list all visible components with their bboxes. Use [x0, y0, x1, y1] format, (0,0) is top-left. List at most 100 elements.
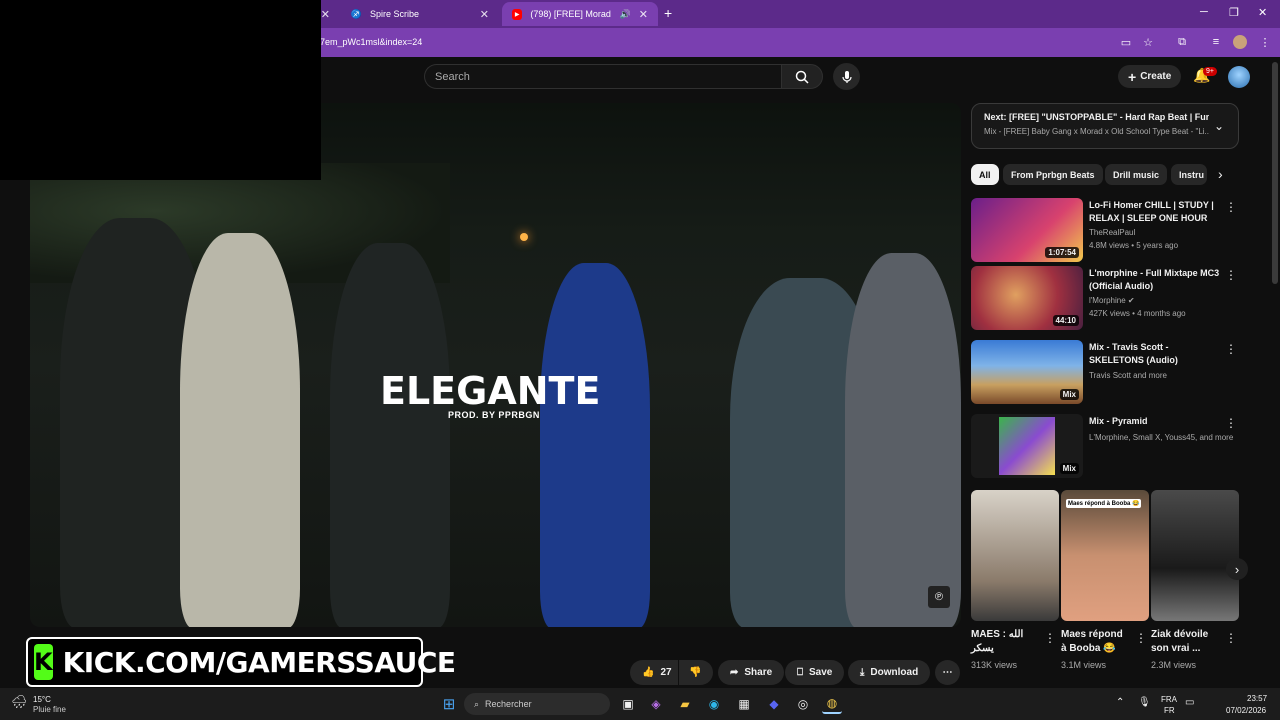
- download-button[interactable]: ⤓ Download: [848, 660, 931, 685]
- tab-label: Spire Scribe: [370, 9, 420, 19]
- thumbs-up-icon: 👍: [642, 667, 655, 678]
- clock-time[interactable]: 23:57: [1247, 694, 1267, 703]
- list-item[interactable]: 44:10 L'morphine - Full Mixtape MC3 (Off…: [971, 266, 1241, 330]
- maximize-button[interactable]: ❐: [1229, 6, 1239, 19]
- search-input[interactable]: Search: [424, 64, 781, 89]
- language-code[interactable]: FRA: [1161, 695, 1177, 704]
- chevron-down-icon[interactable]: ⌄: [1214, 119, 1224, 133]
- dislike-button[interactable]: 👎: [679, 660, 713, 685]
- more-actions-button[interactable]: ⋯: [935, 660, 960, 685]
- chrome-menu-icon[interactable]: ⋮: [1258, 35, 1272, 49]
- chip-from-pprbgn[interactable]: From Pprbgn Beats: [1003, 164, 1103, 185]
- youtube-favicon-icon: ▶: [512, 8, 523, 20]
- short-thumbnail[interactable]: Maes répond à Booba 😂: [1061, 490, 1149, 621]
- create-label: Create: [1140, 71, 1172, 82]
- video-thumbnail[interactable]: 1:07:54: [971, 198, 1083, 262]
- media-icon[interactable]: ≡: [1209, 35, 1223, 49]
- search-button[interactable]: [781, 64, 823, 89]
- obs-icon[interactable]: ◎: [793, 694, 813, 714]
- microphone-icon[interactable]: 🎙: [1138, 697, 1151, 708]
- kick-logo-icon: K: [34, 644, 53, 680]
- chip-instru[interactable]: Instru: [1171, 164, 1207, 185]
- close-window-button[interactable]: ✕: [1258, 6, 1267, 19]
- video-thumbnail[interactable]: Mix: [971, 414, 1083, 478]
- voice-search-button[interactable]: [833, 63, 860, 90]
- file-explorer-icon[interactable]: ▰: [675, 694, 695, 714]
- taskbar-search-input[interactable]: ⌕ Rechercher: [464, 693, 610, 715]
- channel-name[interactable]: Travis Scott and more: [1089, 371, 1167, 380]
- up-next-panel[interactable]: Next: [FREE] "UNSTOPPABLE" - Hard Rap Be…: [971, 103, 1239, 149]
- chip-drill-music[interactable]: Drill music: [1105, 164, 1168, 185]
- extensions-icon[interactable]: ⧉: [1175, 35, 1189, 49]
- video-player[interactable]: ELEGANTE PROD. BY PPRBGN ℗: [30, 103, 961, 627]
- scrollbar[interactable]: [1272, 62, 1278, 284]
- close-tab-icon[interactable]: ✕: [321, 8, 330, 21]
- copilot-icon[interactable]: ◈: [646, 694, 666, 714]
- video-title: Mix - Travis Scott - SKELETONS (Audio): [1089, 342, 1178, 365]
- duration-badge: 44:10: [1052, 315, 1079, 326]
- chip-all[interactable]: All: [971, 164, 999, 185]
- short-title[interactable]: Ziak dévoile son vrai ...: [1151, 628, 1216, 656]
- tab-youtube[interactable]: ▶ (798) [FREE] Morad x Beny 🔊 ✕: [502, 2, 658, 26]
- short-thumbnail[interactable]: [971, 490, 1059, 621]
- more-options-icon[interactable]: ⋮: [1225, 416, 1237, 430]
- show-hidden-icons-chevron-icon[interactable]: ⌃: [1116, 697, 1124, 708]
- windows-start-icon[interactable]: ⊞: [439, 694, 459, 714]
- shorts-next-chevron-icon[interactable]: ›: [1226, 558, 1248, 580]
- discord-icon[interactable]: ◆: [764, 694, 784, 714]
- video-title: Lo-Fi Homer CHILL | STUDY | RELAX | SLEE…: [1089, 200, 1214, 223]
- like-button[interactable]: 👍 27: [630, 660, 678, 685]
- plus-icon: +: [1128, 68, 1137, 85]
- minimize-button[interactable]: ─: [1200, 6, 1208, 18]
- avatar[interactable]: [1228, 66, 1250, 88]
- channel-label: l'Morphine: [1089, 296, 1126, 305]
- cast-icon[interactable]: ▭: [1119, 35, 1133, 49]
- list-item[interactable]: Mix Mix - Travis Scott - SKELETONS (Audi…: [971, 340, 1241, 404]
- microphone-icon: [841, 70, 852, 83]
- tab-spire-scribe[interactable]: ♐ Spire Scribe ✕: [341, 2, 499, 26]
- short-views: 313K views: [971, 660, 1018, 670]
- more-options-icon[interactable]: ⋮: [1225, 631, 1237, 645]
- save-button[interactable]: ⎕ Save: [785, 660, 845, 685]
- new-tab-button[interactable]: +: [664, 5, 672, 21]
- task-view-icon[interactable]: ▣: [618, 694, 638, 714]
- list-item[interactable]: 1:07:54 Lo-Fi Homer CHILL | STUDY | RELA…: [971, 198, 1241, 262]
- profile-icon[interactable]: [1233, 35, 1247, 49]
- url-text[interactable]: 7em_pWc1msl&index=24: [320, 37, 422, 47]
- video-title: L'morphine - Full Mixtape MC3 (Official …: [1089, 268, 1220, 291]
- video-thumbnail[interactable]: 44:10: [971, 266, 1083, 330]
- more-options-icon[interactable]: ⋮: [1225, 342, 1237, 356]
- close-tab-icon[interactable]: ✕: [480, 8, 489, 21]
- video-thumbnail[interactable]: Mix: [971, 340, 1083, 404]
- channel-watermark-icon[interactable]: ℗: [928, 586, 950, 608]
- tab-label: (798) [FREE] Morad x Beny: [530, 9, 611, 19]
- store-icon[interactable]: ▦: [734, 694, 754, 714]
- channel-name[interactable]: TheRealPaul: [1089, 228, 1135, 237]
- video-figure: [330, 243, 450, 627]
- short-title[interactable]: MAES : الله يسكر: [971, 628, 1031, 656]
- more-options-icon[interactable]: ⋮: [1135, 631, 1147, 645]
- network-icon[interactable]: ▭: [1185, 697, 1194, 708]
- create-button[interactable]: + Create: [1118, 65, 1182, 88]
- speaker-icon[interactable]: 🔊: [620, 9, 631, 20]
- more-options-icon[interactable]: ⋮: [1225, 200, 1237, 214]
- share-button[interactable]: ➦ Share: [718, 660, 785, 685]
- more-options-icon[interactable]: ⋮: [1225, 268, 1237, 282]
- stream-overlay-black-box: [0, 0, 321, 180]
- clock-date[interactable]: 07/02/2026: [1226, 706, 1266, 715]
- channel-name[interactable]: L'Morphine, Small X, Youss45, and more: [1089, 433, 1233, 442]
- short-thumbnail[interactable]: [1151, 490, 1239, 621]
- bookmark-star-icon[interactable]: ☆: [1141, 35, 1155, 49]
- edge-icon[interactable]: ◉: [704, 694, 724, 714]
- chevron-right-icon[interactable]: ›: [1218, 166, 1223, 182]
- close-tab-icon[interactable]: ✕: [639, 8, 648, 21]
- chrome-icon[interactable]: ◍: [822, 694, 842, 714]
- share-label: Share: [744, 667, 773, 678]
- weather-icon[interactable]: 🌧: [11, 694, 28, 710]
- more-options-icon[interactable]: ⋮: [1044, 631, 1056, 645]
- short-views: 3.1M views: [1061, 660, 1107, 670]
- list-item[interactable]: Mix Mix - Pyramid L'Morphine, Small X, Y…: [971, 414, 1241, 478]
- keyboard-layout[interactable]: FR: [1164, 706, 1175, 715]
- channel-name[interactable]: l'Morphine ✔: [1089, 296, 1135, 305]
- short-title[interactable]: Maes répond à Booba 😂: [1061, 628, 1131, 656]
